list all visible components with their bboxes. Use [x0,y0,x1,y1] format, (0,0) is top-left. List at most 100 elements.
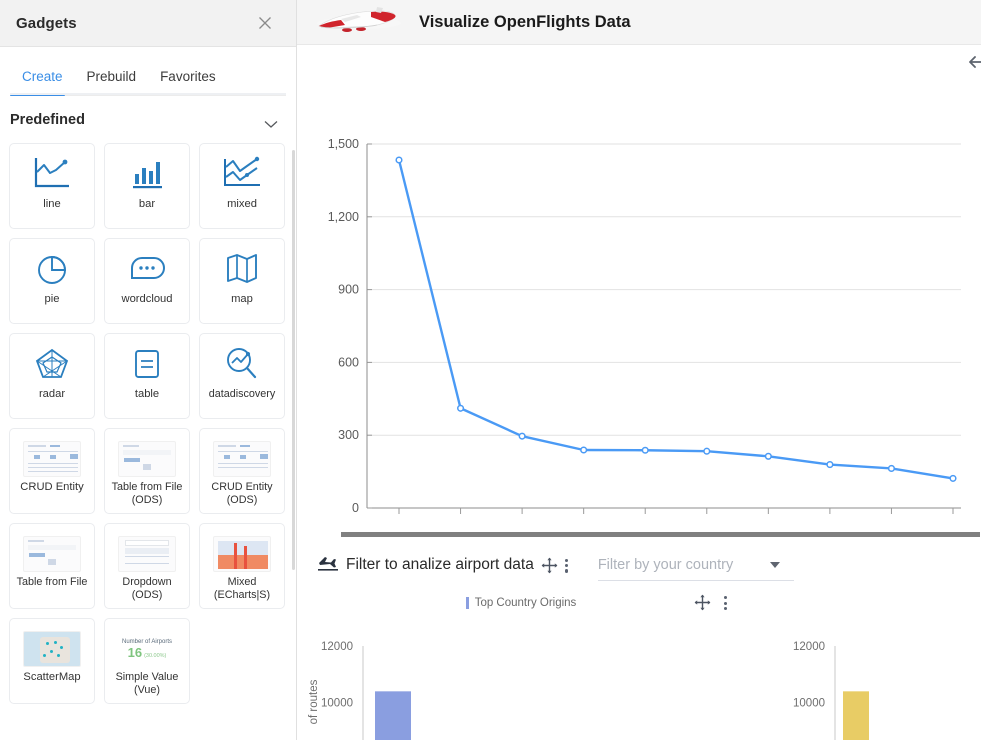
gadget-card-table-from-file[interactable]: Table from File [9,523,95,609]
tab-create[interactable]: Create [10,59,75,96]
gadget-label: Simple Value (Vue) [115,671,179,697]
predefined-section-header[interactable]: Predefined [0,96,296,140]
page-title: Visualize OpenFlights Data [419,12,631,31]
secondary-bar-chart[interactable]: 600080001000012000 [763,616,963,740]
country-filter-select[interactable]: Filter by your country [597,549,794,581]
widget-body: 600080001000012000 [763,616,963,740]
gadget-card-datadiscovery[interactable]: datadiscovery [199,333,285,419]
top-countries-line-chart[interactable]: 03006009001,2001,500United StatesAustral… [297,45,981,515]
crud-entity-thumb [23,441,81,477]
move-handle-icon[interactable] [694,594,711,611]
chevron-down-icon[interactable] [264,116,278,128]
gadget-card-pie[interactable]: pie [9,238,95,324]
gadget-grid: line bar mixed pie wordcloud map radar t… [0,140,296,714]
simple-value-percent: (30.00%) [144,653,167,659]
gadget-card-map[interactable]: map [199,238,285,324]
crud-entity-ods-thumb [213,441,271,477]
svg-text:10000: 10000 [793,698,825,710]
table-icon [129,342,165,386]
sidebar-scrollbar[interactable] [292,150,295,570]
secondary-bar-widget[interactable]: 600080001000012000 [763,590,963,740]
kebab-menu-icon[interactable] [564,557,570,574]
gadget-card-crud-entity-ods[interactable]: CRUD Entity (ODS) [199,428,285,514]
gadget-label: Mixed (ECharts|S) [213,576,271,602]
country-filter-placeholder: Filter by your country [597,556,734,573]
gadget-card-table-from-file-ods[interactable]: Table from File (ODS) [104,428,190,514]
simple-value-number: 16 [127,645,143,660]
sidebar-tabs: Create Prebuild Favorites [0,59,296,96]
gadget-label: ScatterMap [23,671,81,683]
gadget-card-crud-entity[interactable]: CRUD Entity [9,428,95,514]
simple-value-vue-thumb: Number of Airports 16 (30.00%) [118,631,176,667]
data-discovery-icon [222,342,262,386]
gadget-label: datadiscovery [208,388,276,400]
plane-landing-icon [317,554,339,577]
legend-swatch [465,597,469,609]
gadget-label: pie [44,293,60,305]
dropdown-ods-thumb [118,536,176,572]
gadget-label: mixed [227,198,257,210]
svg-text:of routes: of routes [308,679,320,724]
gadget-card-dropdown-ods[interactable]: Dropdown (ODS) [104,523,190,609]
gadgets-sidebar: Gadgets Create Prebuild Favorites Predef… [0,0,297,740]
bar-chart-icon [127,152,167,196]
radar-chart-icon [32,342,72,386]
mixed-chart-icon [221,152,263,196]
pie-chart-icon [33,247,71,291]
legend-label: Top Country Origins [474,597,577,609]
widget-header [763,590,963,616]
gadgets-panel-header: Gadgets [0,0,296,47]
gadget-card-mixed[interactable]: mixed [199,143,285,229]
airplane-logo-icon [311,5,403,39]
gadget-card-radar[interactable]: radar [9,333,95,419]
gadget-label: radar [38,388,66,400]
svg-text:12000: 12000 [321,641,353,653]
gadget-label: line [43,198,61,210]
chevron-down-icon[interactable] [769,562,780,568]
panel-title: Gadgets [16,14,77,32]
bottom-widgets-row: Top Country Origins 1200010000800060 [297,590,981,740]
filter-widget-header[interactable]: Filter to analize airport data [303,545,578,585]
gadget-card-bar[interactable]: bar [104,143,190,229]
tab-favorites[interactable]: Favorites [148,59,228,95]
move-handle-icon[interactable] [541,557,558,574]
gadget-card-table[interactable]: table [104,333,190,419]
top-line-chart-widget[interactable]: 03006009001,2001,500United StatesAustral… [297,45,981,515]
gadget-card-mixed-echarts[interactable]: Mixed (ECharts|S) [199,523,285,609]
kebab-menu-icon[interactable] [724,594,729,611]
wordcloud-icon [126,247,168,291]
scattermap-thumb [23,631,81,667]
tab-prebuild[interactable]: Prebuild [75,59,149,95]
gadget-label: table [134,388,160,400]
gadget-label: map [231,293,253,305]
svg-text:1,500: 1,500 [328,137,359,151]
gadget-label: Dropdown (ODS) [122,576,172,602]
gadget-label: CRUD Entity [20,481,84,493]
gadget-label: CRUD Entity (ODS) [211,481,273,507]
svg-text:900: 900 [338,283,359,297]
close-icon[interactable] [256,14,274,32]
gadget-label: Table from File (ODS) [111,481,183,507]
mixed-echarts-thumb [213,536,271,572]
svg-text:600: 600 [338,355,359,369]
gadget-label: bar [138,198,156,210]
gadget-card-wordcloud[interactable]: wordcloud [104,238,190,324]
map-icon [223,247,261,291]
gadget-label: wordcloud [121,293,173,305]
gadget-label: Table from File [16,576,88,588]
table-from-file-thumb [23,536,81,572]
filter-row: Filter to analize airport data Filter by… [297,541,981,589]
gadget-card-simple-value-vue[interactable]: Number of Airports 16 (30.00%) Simple Va… [104,618,190,704]
top-country-origins-widget[interactable]: Top Country Origins 1200010000800060 [301,590,741,740]
top-country-origins-bar-chart[interactable]: 120001000080006000of routes [301,616,741,740]
filter-widget-title: Filter to analize airport data [346,556,534,573]
widget-header: Top Country Origins [301,590,741,616]
svg-text:12000: 12000 [793,641,825,653]
svg-text:0: 0 [352,501,359,515]
dashboard-header: Visualize OpenFlights Data [297,0,981,45]
chart-legend[interactable]: Top Country Origins [465,597,577,609]
dashboard-main: Visualize OpenFlights Data 0 300 600 900 1,2… [297,0,981,740]
gadget-card-scattermap[interactable]: ScatterMap [9,618,95,704]
widget-tools [694,594,729,611]
gadget-card-line[interactable]: line [9,143,95,229]
